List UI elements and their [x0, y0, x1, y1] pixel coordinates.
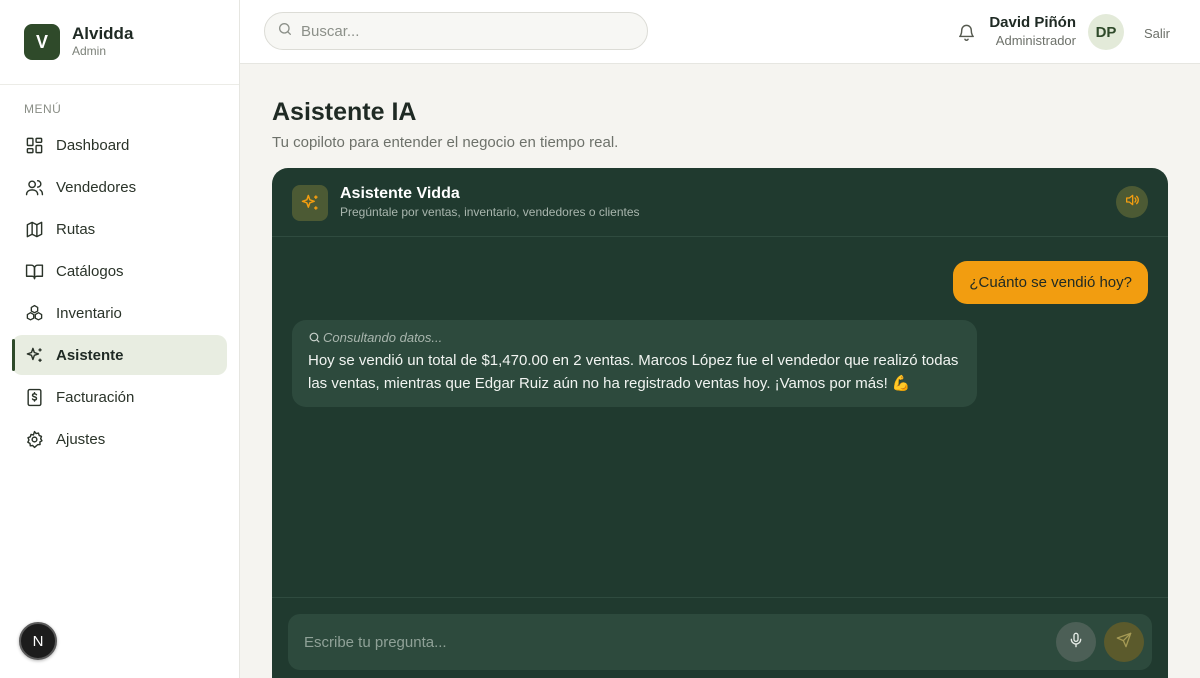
topbar: David Piñón Administrador DP Salir	[240, 0, 1200, 64]
bot-status: Consultando datos...	[308, 330, 961, 345]
sidebar-item-label: Ajustes	[56, 430, 106, 448]
users-icon	[24, 177, 44, 197]
bot-status-text: Consultando datos...	[323, 330, 443, 345]
question-input[interactable]	[304, 614, 1044, 670]
bot-name: Asistente Vidda	[340, 185, 460, 202]
menu-label: MENÚ	[24, 102, 62, 116]
logout-link[interactable]: Salir	[1144, 26, 1170, 41]
bot-answer: Hoy se vendió un total de $1,470.00 en 2…	[308, 352, 959, 392]
sidebar-item-label: Vendedores	[56, 178, 137, 196]
sidebar-item-label: Facturación	[56, 388, 135, 406]
chat-footer	[272, 597, 1168, 678]
receipt-icon	[24, 387, 44, 407]
sidebar-item-label: Inventario	[56, 304, 122, 322]
sidebar-item-vendedores[interactable]: Vendedores	[12, 167, 227, 207]
brand-logo: V	[24, 24, 60, 60]
sidebar-item-label: Dashboard	[56, 136, 130, 154]
sidebar-item-asistente[interactable]: Asistente	[12, 335, 227, 375]
send-icon	[1116, 632, 1132, 653]
sparkles-icon	[292, 185, 328, 221]
sidebar-item-label: Catálogos	[56, 262, 124, 280]
search-input[interactable]	[301, 22, 621, 40]
user-name: David Piñón	[989, 14, 1076, 31]
brand-name: Alvidda	[72, 24, 134, 43]
sidebar: V Alvidda Admin MENÚ Dashboard Vendedore…	[0, 0, 240, 678]
sparkles-icon	[24, 345, 44, 365]
sidebar-item-label: Asistente	[56, 346, 124, 364]
book-icon	[24, 261, 44, 281]
boxes-icon	[24, 303, 44, 323]
speaker-icon	[1124, 192, 1140, 213]
sidebar-item-catalogos[interactable]: Catálogos	[12, 251, 227, 291]
sidebar-nav: Dashboard Vendedores Rutas Catálogos Inv…	[12, 125, 227, 461]
sidebar-item-inventario[interactable]: Inventario	[12, 293, 227, 333]
avatar[interactable]: DP	[1088, 14, 1124, 50]
microphone-icon	[1068, 632, 1084, 653]
user-message: ¿Cuánto se vendió hoy?	[953, 261, 1148, 304]
search-box	[264, 12, 648, 50]
page-title: Asistente IA	[272, 98, 417, 126]
chat-header: Asistente Vidda Pregúntale por ventas, i…	[272, 168, 1168, 237]
page-subtitle: Tu copiloto para entender el negocio en …	[272, 134, 619, 151]
mic-button[interactable]	[1056, 622, 1096, 662]
sidebar-item-rutas[interactable]: Rutas	[12, 209, 227, 249]
dashboard-icon	[24, 135, 44, 155]
sidebar-item-facturacion[interactable]: Facturación	[12, 377, 227, 417]
search-icon	[277, 21, 293, 42]
bot-subtitle: Pregúntale por ventas, inventario, vende…	[340, 205, 640, 219]
brand-role: Admin	[72, 44, 107, 58]
map-icon	[24, 219, 44, 239]
send-button[interactable]	[1104, 622, 1144, 662]
brand: V Alvidda Admin	[0, 0, 239, 85]
user-role: Administrador	[995, 33, 1076, 48]
sidebar-item-label: Rutas	[56, 220, 96, 238]
chat-panel: Asistente Vidda Pregúntale por ventas, i…	[272, 168, 1168, 678]
bell-icon[interactable]	[955, 21, 977, 43]
gear-icon	[24, 429, 44, 449]
search-icon	[308, 331, 321, 344]
bot-message: Consultando datos... Hoy se vendió un to…	[292, 320, 977, 407]
dev-badge[interactable]: N	[19, 622, 57, 660]
sidebar-item-ajustes[interactable]: Ajustes	[12, 419, 227, 459]
speaker-button[interactable]	[1116, 186, 1148, 218]
composer	[288, 614, 1152, 670]
sidebar-item-dashboard[interactable]: Dashboard	[12, 125, 227, 165]
user-info: David Piñón Administrador	[989, 14, 1076, 50]
